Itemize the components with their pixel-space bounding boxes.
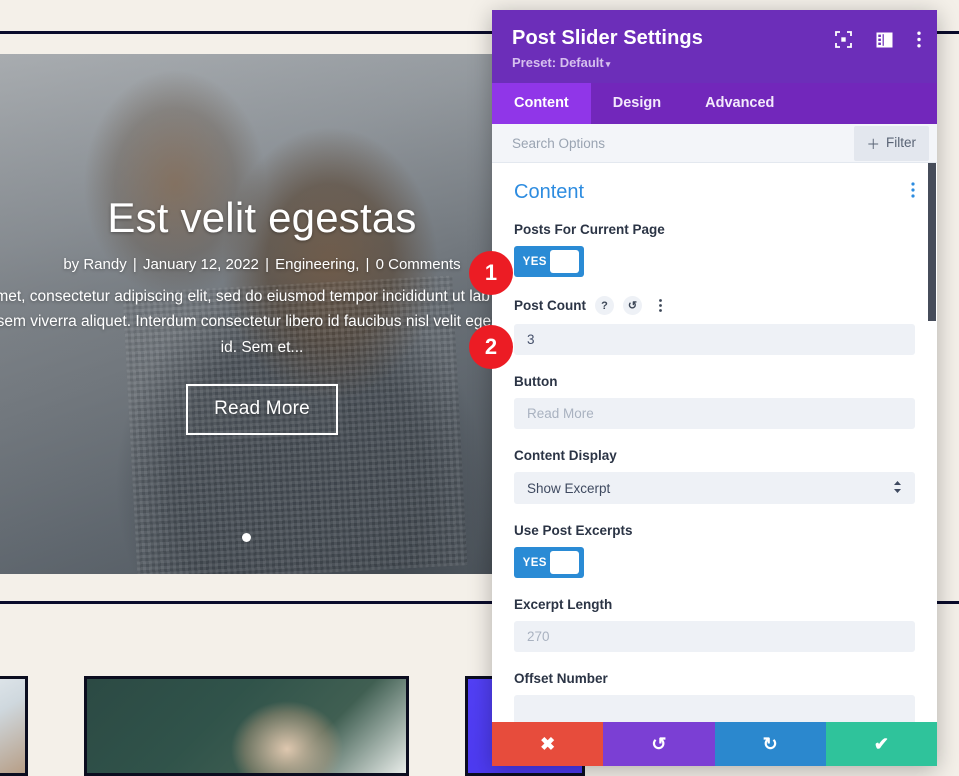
field-posts-for-current-page: Posts For Current Page YES xyxy=(514,222,915,277)
kebab-menu-icon[interactable] xyxy=(651,296,670,315)
field-label-row: Content Display xyxy=(514,448,915,463)
plus-icon: ＋ xyxy=(866,136,881,152)
hero-meta-author: by Randy xyxy=(63,256,127,274)
post-slider-hero[interactable]: Est velit egestas by Randy | January 12,… xyxy=(0,54,492,574)
field-label: Excerpt Length xyxy=(514,597,613,612)
chevron-updown-icon xyxy=(893,480,902,496)
modal-tabs[interactable]: Content Design Advanced xyxy=(492,83,937,124)
scrollbar-thumb[interactable] xyxy=(928,163,936,321)
toggle-value: YES xyxy=(522,255,547,268)
field-label: Post Count xyxy=(514,298,586,313)
post-count-input[interactable] xyxy=(514,324,915,355)
toggle-knob xyxy=(550,551,579,574)
screen: Est velit egestas by Randy | January 12,… xyxy=(0,0,959,776)
filter-button[interactable]: ＋ Filter xyxy=(853,125,929,161)
save-button[interactable]: ✔ xyxy=(825,722,937,766)
hero-meta: by Randy | January 12, 2022 | Engineerin… xyxy=(63,256,460,273)
hero-title: Est velit egestas xyxy=(107,194,417,241)
blog-post-thumbnails xyxy=(0,676,585,776)
search-input[interactable] xyxy=(512,124,792,162)
hero-meta-comments: 0 Comments xyxy=(375,256,461,274)
modal-body: Content Posts For Current Page YES Post … xyxy=(492,163,937,722)
undo-icon: ↺ xyxy=(651,734,667,754)
help-icon[interactable]: ? xyxy=(595,296,614,315)
tab-design[interactable]: Design xyxy=(591,83,683,124)
hero-content: Est velit egestas by Randy | January 12,… xyxy=(0,54,492,574)
post-thumbnail[interactable] xyxy=(0,676,28,776)
tab-content[interactable]: Content xyxy=(492,83,591,124)
modal-header-icons xyxy=(835,31,921,48)
chevron-down-icon: ▾ xyxy=(605,59,611,69)
slider-dot[interactable] xyxy=(241,533,251,542)
field-label-row: Post Count ? ↺ xyxy=(514,296,915,315)
field-label: Use Post Excerpts xyxy=(514,523,633,538)
preset-selector[interactable]: Preset: Default ▾ xyxy=(512,55,917,70)
field-label-row: Excerpt Length xyxy=(514,597,915,612)
post-thumbnail[interactable] xyxy=(84,676,409,776)
slider-pagination[interactable] xyxy=(0,533,492,542)
field-use-post-excerpts: Use Post Excerpts YES xyxy=(514,523,915,578)
field-post-count: Post Count ? ↺ xyxy=(514,296,915,355)
tab-advanced[interactable]: Advanced xyxy=(683,83,796,124)
filter-button-label: Filter xyxy=(886,135,916,150)
section-title: Content xyxy=(514,181,585,203)
field-content-display: Content Display Show Excerpt xyxy=(514,448,915,504)
toggle-value: YES xyxy=(522,556,547,569)
search-options-row: ＋ Filter xyxy=(492,124,937,163)
undo-button[interactable]: ↺ xyxy=(603,722,715,766)
toggle-knob xyxy=(550,250,579,273)
field-label: Posts For Current Page xyxy=(514,222,665,237)
meta-separator: | xyxy=(365,256,370,274)
field-excerpt-length: Excerpt Length xyxy=(514,597,915,652)
excerpt-length-input[interactable] xyxy=(514,621,915,652)
field-label-row: Use Post Excerpts xyxy=(514,523,915,538)
hero-read-more-button[interactable]: Read More xyxy=(186,383,338,435)
posts-for-current-page-toggle[interactable]: YES xyxy=(514,246,584,277)
modal-action-bar: ✖ ↺ ↻ ✔ xyxy=(492,722,937,766)
preset-label: Preset: Default xyxy=(512,55,604,70)
field-label-row: Posts For Current Page xyxy=(514,222,915,237)
field-label-row: Offset Number xyxy=(514,671,915,686)
annotation-badge-2: 2 xyxy=(469,325,513,369)
redo-icon: ↻ xyxy=(762,734,778,754)
section-kebab-menu-icon[interactable] xyxy=(911,182,915,203)
check-icon: ✔ xyxy=(873,734,889,754)
post-slider-settings-modal[interactable]: Post Slider Settings Preset: Default ▾ C… xyxy=(492,10,937,766)
meta-separator: | xyxy=(132,256,137,274)
hero-meta-category[interactable]: Engineering, xyxy=(275,256,359,273)
content-display-select[interactable]: Show Excerpt xyxy=(514,472,915,504)
panel-layout-icon[interactable] xyxy=(876,32,893,48)
field-label: Content Display xyxy=(514,448,617,463)
modal-scrollbar[interactable] xyxy=(928,163,937,722)
redo-button[interactable]: ↻ xyxy=(714,722,826,766)
focus-icon[interactable] xyxy=(835,31,852,48)
select-value: Show Excerpt xyxy=(514,472,915,504)
field-label: Button xyxy=(514,374,558,389)
field-label: Offset Number xyxy=(514,671,608,686)
close-icon: ✖ xyxy=(540,734,556,754)
meta-separator: | xyxy=(265,256,269,274)
modal-header: Post Slider Settings Preset: Default ▾ xyxy=(492,10,937,83)
use-post-excerpts-toggle[interactable]: YES xyxy=(514,547,584,578)
annotation-badge-1: 1 xyxy=(469,251,513,295)
offset-number-input[interactable] xyxy=(514,695,915,722)
content-section-header: Content xyxy=(514,181,915,204)
field-label-row: Button xyxy=(514,374,915,389)
cancel-button[interactable]: ✖ xyxy=(492,722,604,766)
hero-meta-date: January 12, 2022 xyxy=(142,256,259,274)
button-text-input[interactable] xyxy=(514,398,915,429)
field-button: Button xyxy=(514,374,915,429)
hero-excerpt: it amet, consectetur adipiscing elit, se… xyxy=(0,288,492,356)
kebab-menu-icon[interactable] xyxy=(917,31,921,48)
field-offset-number: Offset Number xyxy=(514,671,915,722)
reset-icon[interactable]: ↺ xyxy=(623,296,642,315)
